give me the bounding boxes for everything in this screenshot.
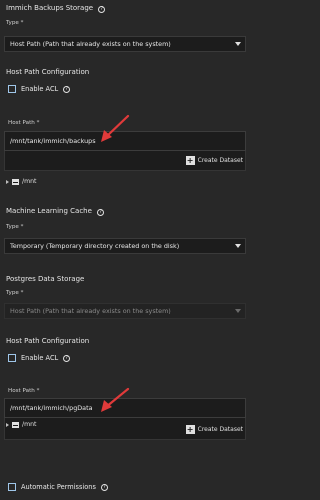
backups-title-text: Immich Backups Storage [6, 4, 94, 12]
postgres-type-label: Type * [6, 290, 24, 296]
postgres-title: Postgres Data Storage [6, 275, 84, 283]
backups-hp-config-title: Host Path Configuration [6, 68, 89, 76]
ml-cache-type-select[interactable]: Temporary (Temporary directory created o… [4, 238, 246, 254]
backups-enable-acl-label: Enable ACL [21, 85, 59, 93]
automatic-permissions-label: Automatic Permissions [21, 483, 96, 491]
postgres-enable-acl-label: Enable ACL [21, 354, 59, 362]
postgres-dataset-panel: + Create Dataset [4, 418, 246, 440]
help-icon[interactable]: ? [63, 85, 71, 93]
drive-icon [12, 178, 19, 185]
plus-icon: + [185, 424, 195, 434]
help-icon[interactable]: ? [100, 483, 108, 491]
expand-triangle-icon[interactable] [6, 179, 9, 184]
backups-hp-config-text: Host Path Configuration [6, 68, 90, 76]
expand-triangle-icon[interactable] [6, 422, 9, 427]
backups-type-select[interactable]: Host Path (Path that already exists on t… [4, 36, 246, 52]
automatic-permissions-checkbox[interactable] [8, 483, 16, 491]
postgres-create-dataset-label: Create Dataset [197, 425, 243, 433]
help-icon[interactable]: ? [63, 354, 71, 362]
postgres-enable-acl-checkbox[interactable] [8, 354, 16, 362]
drive-icon [12, 421, 19, 428]
ml-cache-type-value: Temporary (Temporary directory created o… [10, 242, 180, 250]
ml-cache-title-text: Machine Learning Cache [6, 207, 92, 215]
postgres-create-dataset-button[interactable]: + Create Dataset [185, 424, 243, 434]
ml-cache-title: Machine Learning Cache ? [6, 207, 105, 216]
backups-title: Immich Backups Storage ? [6, 4, 106, 13]
postgres-automatic-permissions[interactable]: Automatic Permissions ? [8, 483, 108, 491]
postgres-hp-config-title: Host Path Configuration [6, 337, 89, 345]
backups-create-dataset-button[interactable]: + Create Dataset [185, 155, 243, 165]
chevron-down-icon [235, 309, 241, 313]
postgres-tree-root[interactable]: /mnt [6, 421, 36, 428]
postgres-host-path-label: Host Path * [8, 388, 40, 394]
backups-enable-acl[interactable]: Enable ACL ? [8, 85, 71, 93]
backups-type-value: Host Path (Path that already exists on t… [10, 40, 171, 48]
help-icon[interactable]: ? [98, 6, 106, 13]
help-icon[interactable]: ? [97, 209, 105, 216]
backups-enable-acl-checkbox[interactable] [8, 85, 16, 93]
backups-dataset-panel: + Create Dataset [4, 151, 246, 171]
postgres-tree-root-label: /mnt [22, 421, 37, 428]
postgres-type-select: Host Path (Path that already exists on t… [4, 303, 246, 319]
chevron-down-icon [235, 244, 241, 248]
backups-type-label: Type * [6, 20, 24, 26]
postgres-hp-config-text: Host Path Configuration [6, 337, 90, 345]
ml-cache-type-label: Type * [6, 224, 24, 230]
annotation-arrow-icon [101, 387, 130, 412]
backups-host-path-label: Host Path * [8, 120, 40, 126]
postgres-type-value: Host Path (Path that already exists on t… [10, 307, 171, 315]
plus-icon: + [185, 155, 195, 165]
chevron-down-icon [235, 42, 241, 46]
backups-tree-root-label: /mnt [22, 178, 37, 185]
postgres-title-text: Postgres Data Storage [6, 275, 85, 283]
annotation-arrow-icon [101, 114, 130, 142]
postgres-enable-acl[interactable]: Enable ACL ? [8, 354, 71, 362]
backups-create-dataset-label: Create Dataset [197, 156, 243, 164]
backups-tree-root[interactable]: /mnt [6, 178, 36, 185]
